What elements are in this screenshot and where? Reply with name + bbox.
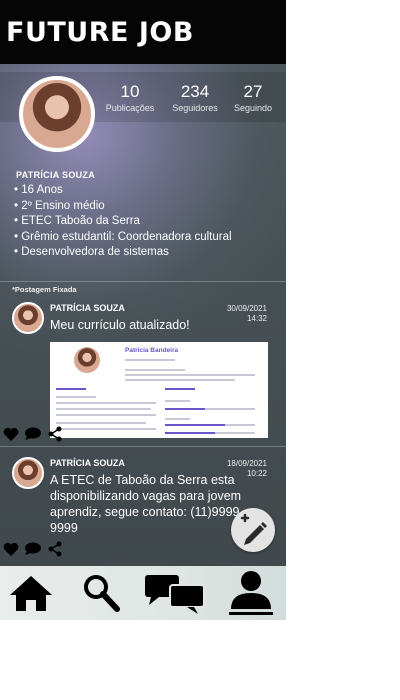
post-text: Meu currículo atualizado! <box>50 318 190 332</box>
post-date: 30/09/2021 <box>226 304 267 313</box>
stat-posts[interactable]: 10 Publicações <box>95 82 165 114</box>
bio-item: Grêmio estudantil: Coordenadora cultural <box>14 230 231 246</box>
bio-item: ETEC Taboão da Serra <box>14 214 232 230</box>
comment-icon[interactable] <box>24 426 42 442</box>
divider <box>0 281 286 282</box>
app-header: FUTURE JOB <box>0 0 286 64</box>
nav-home[interactable] <box>0 566 62 620</box>
stat-posts-count: 10 <box>120 82 140 101</box>
stat-following-count: 27 <box>243 82 263 101</box>
post-actions <box>2 541 64 557</box>
bottom-navigation <box>0 566 286 620</box>
comment-icon[interactable] <box>24 541 42 557</box>
post-author-name[interactable]: PATRÍCIA SOUZA <box>50 303 125 313</box>
nav-messages[interactable] <box>140 566 210 620</box>
stat-posts-label: Publicações <box>105 103 155 113</box>
profile-avatar[interactable] <box>19 76 95 152</box>
nav-search[interactable] <box>74 566 130 620</box>
stat-following[interactable]: 27 Seguindo <box>218 82 286 114</box>
profile-icon <box>229 571 273 615</box>
share-icon[interactable] <box>46 426 64 442</box>
nav-profile[interactable] <box>222 566 280 620</box>
post-author-avatar[interactable] <box>12 457 44 489</box>
app-screen: FUTURE JOB 10 Publicações 234 Seguidores… <box>0 0 286 620</box>
post-text: A ETEC de Taboão da Serra esta disponibi… <box>50 473 244 535</box>
post-author-name[interactable]: PATRÍCIA SOUZA <box>50 458 125 468</box>
heart-icon[interactable] <box>2 426 20 442</box>
app-logo: FUTURE JOB <box>6 17 194 48</box>
bio-item: Desenvolvedora de sistemas <box>14 245 232 261</box>
bio-item: 16 Anos <box>14 183 232 199</box>
pinned-post-label: *Postagem Fixada <box>12 285 77 294</box>
resume-photo <box>74 347 100 373</box>
chat-icon <box>145 575 205 614</box>
stat-following-label: Seguindo <box>233 103 273 113</box>
share-icon[interactable] <box>46 541 64 557</box>
resume-name: Patricia Bandeira <box>125 347 179 354</box>
compose-icon <box>240 513 267 545</box>
post-author-avatar[interactable] <box>12 302 44 334</box>
search-icon <box>84 575 120 612</box>
post-time: 14:32 <box>246 314 267 323</box>
post-attachment-resume[interactable]: Patricia Bandeira <box>50 342 268 438</box>
bio-item: 2º Ensino médio <box>14 199 232 215</box>
compose-button[interactable] <box>231 508 275 552</box>
post-actions <box>2 426 64 442</box>
home-icon <box>10 576 52 611</box>
heart-icon[interactable] <box>2 541 20 557</box>
profile-bio: 16 Anos 2º Ensino médio ETEC Taboão da S… <box>14 183 232 261</box>
post-timestamp: 30/09/2021 14:32 <box>207 304 267 324</box>
post-date: 18/09/2021 <box>226 459 267 468</box>
divider <box>0 446 286 447</box>
profile-name: PATRÍCIA SOUZA <box>16 170 96 180</box>
